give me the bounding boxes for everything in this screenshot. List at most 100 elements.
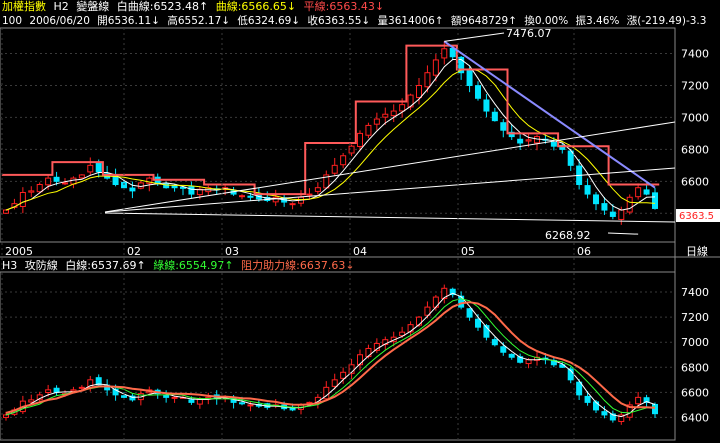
resist-support-line: [5, 301, 656, 414]
candle-body: [306, 193, 313, 196]
candle-body: [550, 141, 557, 147]
candle-body: [171, 396, 178, 399]
candle-body: [390, 110, 397, 117]
top-y-tick-label: 6800: [681, 143, 709, 156]
stock-chart[interactable]: 6400 6600 6800 7000 7200 7400 6400 6600 6800 700…: [0, 0, 720, 443]
top-y-tick-label: 7200: [681, 79, 709, 92]
candle-body: [466, 69, 473, 86]
candle-body: [652, 403, 658, 415]
candle-body: [618, 209, 625, 220]
candle-body: [137, 182, 144, 189]
candle-body: [357, 132, 363, 147]
candle-body: [36, 184, 43, 193]
period-button[interactable]: 日線: [686, 244, 708, 258]
candle-body: [331, 379, 338, 387]
candle-body: [466, 308, 473, 318]
candle-body: [340, 155, 347, 166]
top-y-tick-label: 7000: [681, 111, 709, 124]
candle-body: [78, 174, 85, 179]
support-line-lower: [104, 212, 676, 223]
candle-body: [475, 318, 481, 328]
last-price-tag: 6363.5: [679, 211, 714, 222]
support-line-upper: [104, 121, 676, 213]
x-tick-label: 06: [577, 245, 591, 258]
candle-body: [601, 203, 608, 211]
annotations: 7476.07 6268.92: [444, 27, 639, 242]
candle-body: [289, 203, 296, 206]
candle-body: [399, 104, 406, 112]
candle-body: [483, 99, 490, 112]
candle-body: [517, 138, 524, 144]
candle-body: [171, 185, 178, 189]
x-tick-label: 2005: [5, 245, 33, 258]
candle-body: [500, 122, 507, 131]
candle-body: [28, 399, 35, 403]
candle-body: [593, 194, 599, 205]
bottom-y-tick-label: 7200: [681, 311, 709, 324]
candle-body: [441, 48, 448, 59]
candle-body: [239, 195, 245, 198]
candle-body: [62, 182, 68, 185]
x-tick-label: 02: [127, 245, 141, 258]
candle-body: [331, 164, 338, 174]
candle-body: [584, 185, 591, 195]
candle-body: [314, 187, 321, 192]
candle-body: [45, 389, 52, 394]
candle-body: [584, 395, 591, 403]
candle-body: [500, 346, 507, 353]
candle-body: [129, 187, 136, 192]
top-candles: [3, 41, 658, 225]
bottom-y-tick-label: 7400: [681, 286, 709, 299]
candle-body: [87, 164, 94, 173]
candle-body: [70, 389, 77, 392]
candle-body: [365, 124, 372, 136]
x-tick-label: 05: [461, 245, 475, 258]
candle-body: [357, 354, 363, 366]
candle-body: [635, 396, 642, 405]
x-tick-label: 03: [225, 245, 239, 258]
candle-body: [593, 401, 599, 411]
bottom-y-ticks: 6400 6600 6800 7000 7200 7400: [681, 286, 709, 424]
peak-pointer: [444, 32, 505, 42]
top-y-tick-label: 7400: [681, 48, 709, 61]
candle-body: [491, 111, 498, 122]
bottom-y-tick-label: 6400: [681, 411, 709, 424]
candle-body: [373, 118, 380, 125]
candle-body: [188, 186, 195, 195]
candle-body: [609, 211, 616, 217]
candle-body: [525, 139, 532, 142]
candle-body: [45, 177, 52, 186]
candle-body: [525, 359, 532, 365]
candle-body: [601, 411, 608, 416]
top-y-tick-label: 6600: [681, 175, 709, 188]
candle-body: [340, 371, 347, 379]
candle-body: [53, 176, 60, 182]
candle-body: [3, 209, 9, 214]
candle-body: [576, 381, 583, 396]
x-tick-label: 04: [353, 245, 367, 258]
candle-body: [19, 191, 26, 208]
candle-body: [247, 404, 254, 407]
candle-body: [626, 196, 633, 213]
candle-body: [458, 295, 465, 308]
bottom-y-tick-label: 6600: [681, 386, 709, 399]
candle-body: [491, 339, 498, 346]
candle-body: [508, 353, 515, 358]
candle-body: [475, 85, 481, 99]
bottom-candles: [3, 284, 658, 425]
candle-body: [534, 136, 540, 144]
candle-body: [3, 414, 9, 418]
top-y-ticks: 640066006800700072007400: [681, 48, 709, 221]
candle-body: [416, 84, 422, 99]
peak-annotation: 7476.07: [506, 27, 552, 40]
candle-body: [78, 386, 85, 389]
candle-body: [28, 190, 35, 193]
candle-body: [643, 189, 650, 195]
trough-annotation: 6268.92: [545, 229, 591, 242]
trough-pointer: [607, 232, 639, 235]
bottom-y-tick-label: 7000: [681, 336, 709, 349]
candle-body: [416, 316, 422, 326]
candle-body: [239, 402, 245, 405]
candle-body: [163, 394, 170, 398]
candle-body: [432, 59, 439, 76]
